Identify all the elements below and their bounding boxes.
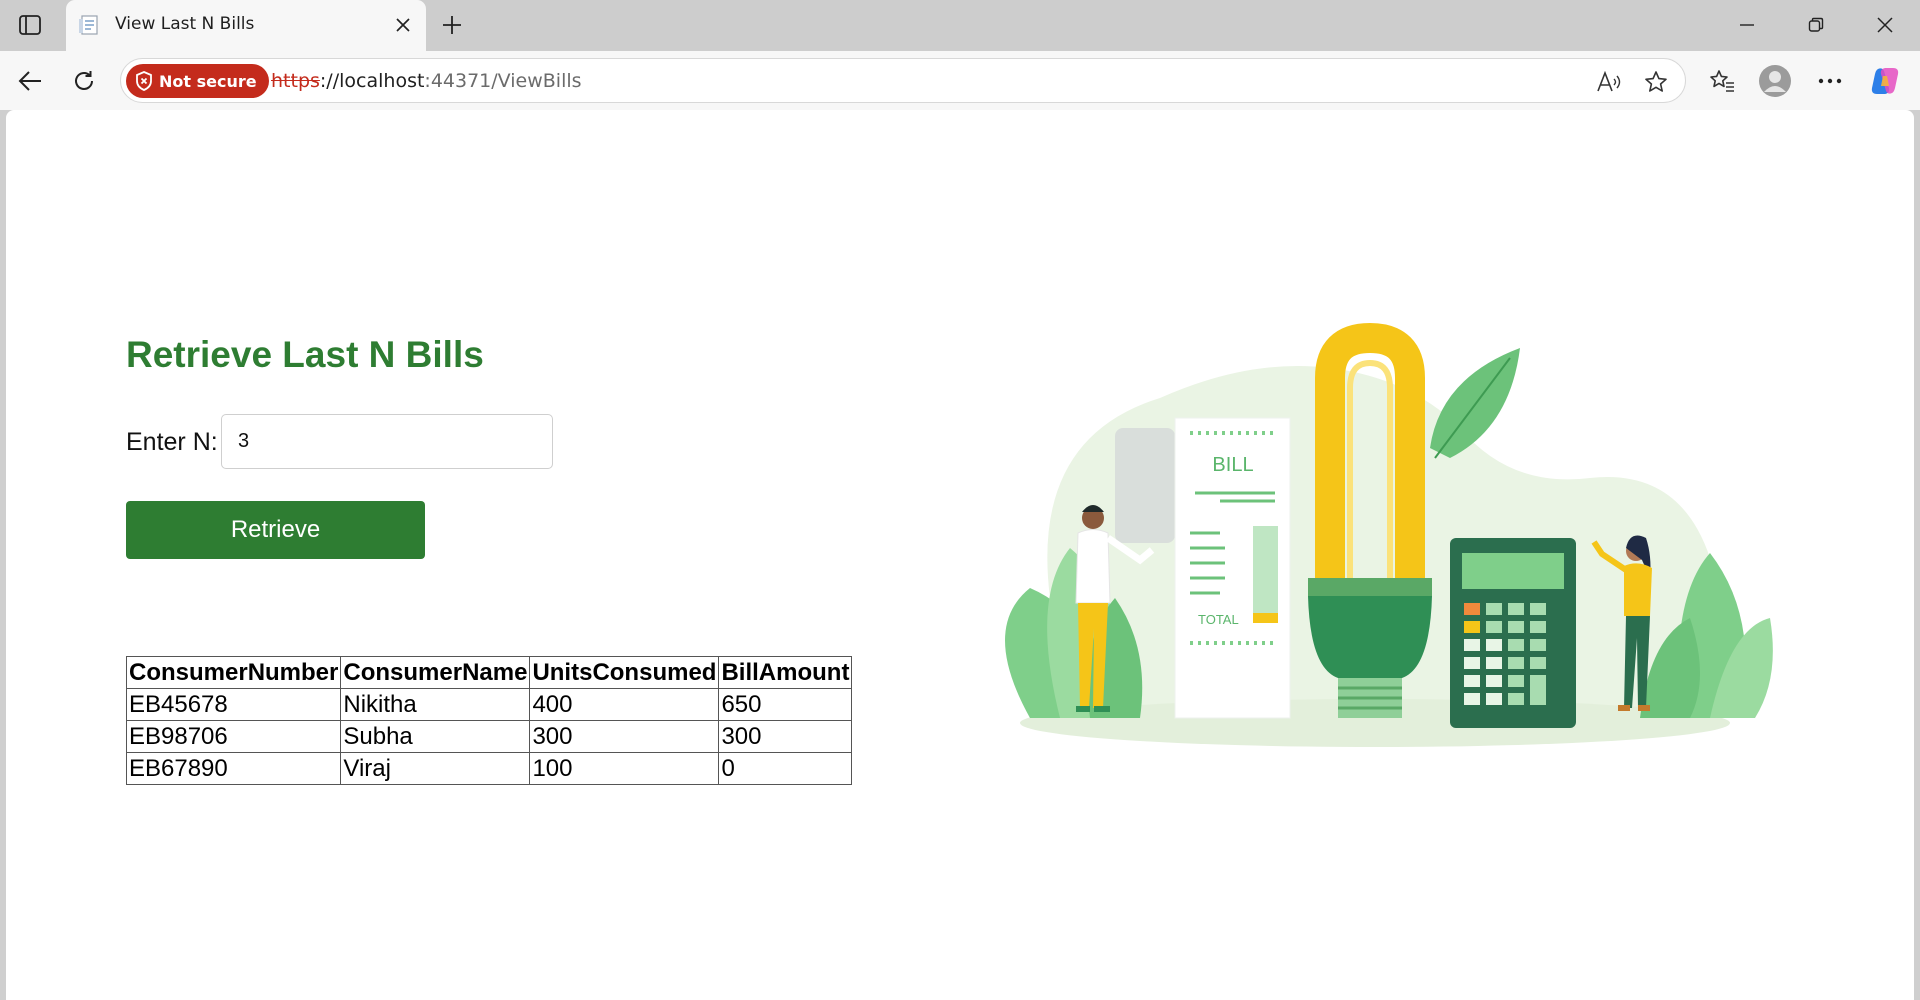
page-favicon-icon	[78, 14, 102, 36]
read-aloud-icon[interactable]	[1594, 67, 1624, 97]
retrieve-button[interactable]: Retrieve	[126, 501, 425, 559]
table-row: EB98706 Subha 300 300	[125, 720, 853, 753]
page-viewport: Retrieve Last N Bills Enter N: Retrieve …	[6, 110, 1914, 1000]
back-icon[interactable]	[13, 64, 47, 98]
shield-warning-icon	[136, 71, 152, 91]
cell-units-consumed: 400	[529, 688, 720, 721]
bills-table: ConsumerNumber ConsumerName UnitsConsume…	[125, 656, 853, 785]
cell-consumer-name: Subha	[340, 720, 531, 753]
copilot-icon[interactable]	[1867, 63, 1903, 99]
favorites-icon[interactable]	[1704, 63, 1740, 99]
header-consumer-number: ConsumerNumber	[125, 656, 342, 689]
browser-tab-active[interactable]: View Last N Bills	[66, 0, 426, 51]
header-units-consumed: UnitsConsumed	[529, 656, 720, 689]
energy-bill-illustration: BILL TOTAL	[1005, 322, 1773, 747]
more-options-icon[interactable]	[1812, 63, 1848, 99]
profile-avatar-icon[interactable]	[1757, 63, 1793, 99]
n-label: Enter N:	[126, 428, 218, 456]
url-scheme: https	[271, 70, 320, 92]
tab-title: View Last N Bills	[115, 14, 255, 34]
favorite-star-icon[interactable]	[1641, 67, 1671, 97]
url-text[interactable]: https://localhost:44371/ViewBills	[271, 70, 582, 92]
table-header-row: ConsumerNumber ConsumerName UnitsConsume…	[125, 656, 853, 689]
not-secure-label: Not secure	[159, 71, 257, 91]
bill-title-text: BILL	[1212, 454, 1253, 476]
header-bill-amount: BillAmount	[718, 656, 853, 689]
cell-units-consumed: 300	[529, 720, 720, 753]
url-host: localhost	[339, 70, 425, 92]
bill-total-text: TOTAL	[1198, 612, 1239, 627]
cell-consumer-number: EB67890	[125, 752, 342, 785]
minimize-icon[interactable]	[1724, 8, 1770, 42]
cell-bill-amount: 650	[718, 688, 853, 721]
tab-close-icon[interactable]	[390, 12, 416, 38]
reload-icon[interactable]	[67, 64, 101, 98]
cell-consumer-number: EB45678	[125, 688, 342, 721]
browser-toolbar: Not secure https://localhost:44371/ViewB…	[0, 51, 1920, 110]
cell-bill-amount: 0	[718, 752, 853, 785]
tab-actions-icon[interactable]	[14, 11, 46, 39]
cell-consumer-name: Viraj	[340, 752, 531, 785]
cell-consumer-number: EB98706	[125, 720, 342, 753]
tab-strip: View Last N Bills	[0, 0, 1920, 51]
restore-icon[interactable]	[1793, 8, 1839, 42]
new-tab-icon[interactable]	[436, 9, 468, 41]
url-path: :44371/ViewBills	[424, 70, 582, 92]
cell-bill-amount: 300	[718, 720, 853, 753]
close-window-icon[interactable]	[1862, 8, 1908, 42]
table-row: EB45678 Nikitha 400 650	[125, 688, 853, 721]
cell-consumer-name: Nikitha	[340, 688, 531, 721]
table-row: EB67890 Viraj 100 0	[125, 752, 853, 785]
address-bar[interactable]: Not secure https://localhost:44371/ViewB…	[120, 58, 1686, 103]
cell-units-consumed: 100	[529, 752, 720, 785]
not-secure-badge[interactable]: Not secure	[126, 64, 269, 98]
page-title: Retrieve Last N Bills	[126, 334, 484, 375]
header-consumer-name: ConsumerName	[340, 656, 531, 689]
url-separator: ://	[319, 70, 340, 92]
n-input[interactable]	[221, 414, 553, 469]
